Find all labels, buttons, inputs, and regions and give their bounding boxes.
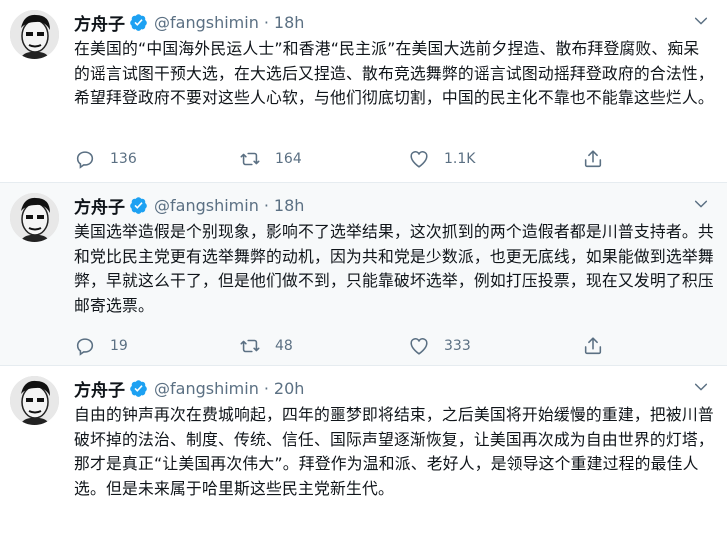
caret-down-icon[interactable] (693, 196, 709, 212)
share-button[interactable] (582, 335, 604, 357)
share-icon (584, 150, 602, 168)
tweet-1[interactable]: 方舟子 @fangshimin · 18h 在美国的“中国海外民运人士”和香港“… (0, 0, 727, 183)
handle[interactable]: @fangshimin (154, 13, 259, 32)
separator-dot: · (263, 12, 269, 32)
tweet-2[interactable]: 方舟子 @fangshimin · 18h 美国选举造假是个别现象，影响不了选举… (0, 183, 727, 366)
display-name[interactable]: 方舟子 (74, 376, 125, 401)
share-icon (584, 337, 602, 355)
reply-icon (76, 338, 94, 356)
retweet-button[interactable]: 48 (239, 335, 293, 357)
tweet-text: 美国选举造假是个别现象，影响不了选举结果，这次抓到的两个造假者都是川普支持者。共… (74, 222, 714, 315)
timestamp[interactable]: 20h (274, 379, 305, 398)
timestamp[interactable]: 18h (274, 13, 305, 32)
tweet-actions: 136 164 1.1K (74, 148, 634, 170)
reply-icon (76, 151, 94, 169)
retweet-count: 164 (275, 151, 302, 167)
display-name[interactable]: 方舟子 (74, 193, 125, 218)
retweet-button[interactable]: 164 (239, 148, 302, 170)
like-count: 1.1K (444, 151, 476, 167)
verified-badge-icon (130, 379, 147, 397)
handle[interactable]: @fangshimin (154, 196, 259, 215)
like-icon (410, 338, 428, 355)
like-button[interactable]: 1.1K (408, 148, 475, 170)
reply-button[interactable]: 19 (74, 335, 128, 357)
timestamp[interactable]: 18h (274, 196, 305, 215)
avatar[interactable] (10, 10, 59, 59)
reply-count: 19 (110, 338, 128, 354)
like-count: 333 (444, 338, 471, 354)
share-button[interactable] (582, 148, 604, 170)
verified-badge-icon (130, 196, 147, 214)
like-button[interactable]: 333 (408, 335, 471, 357)
handle[interactable]: @fangshimin (154, 379, 259, 398)
caret-down-icon[interactable] (693, 379, 709, 395)
separator-dot: · (263, 378, 269, 398)
avatar[interactable] (10, 193, 59, 242)
reply-button[interactable]: 136 (74, 148, 137, 170)
caret-down-icon[interactable] (693, 13, 709, 29)
retweet-icon (240, 339, 260, 353)
retweet-icon (240, 152, 260, 166)
avatar[interactable] (10, 376, 59, 425)
reply-count: 136 (110, 151, 137, 167)
tweet-text: 自由的钟声再次在费城响起，四年的噩梦即将结束，之后美国将开始缓慢的重建，把被川普… (74, 405, 714, 498)
tweet-actions: 19 48 333 (74, 335, 634, 357)
tweet-text: 在美国的“中国海外民运人士”和香港“民主派”在美国大选前夕捏造、散布拜登腐败、痴… (74, 39, 714, 107)
tweet-3[interactable]: 方舟子 @fangshimin · 20h 自由的钟声再次在费城响起，四年的噩梦… (0, 366, 727, 534)
like-icon (410, 151, 428, 168)
display-name[interactable]: 方舟子 (74, 10, 125, 35)
separator-dot: · (263, 195, 269, 215)
retweet-count: 48 (275, 338, 293, 354)
verified-badge-icon (130, 13, 147, 31)
